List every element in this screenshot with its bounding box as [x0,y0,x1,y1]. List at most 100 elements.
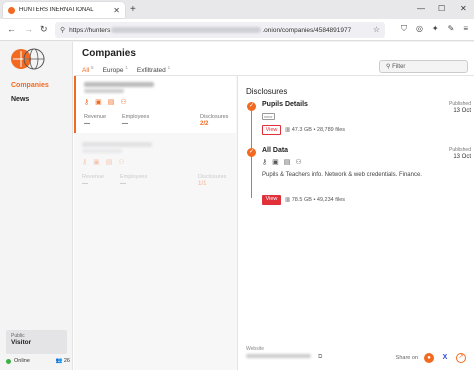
close-tab-icon[interactable]: ✕ [113,6,120,15]
disclosure-size: 78.5 GB [291,197,312,203]
detail-footer: Website ⧉ Share on ● X ↗ [246,346,466,363]
check-icon: ✓ [247,102,256,111]
visitors-count: 👥 26 [55,358,70,364]
key-icon: ⚷ [262,159,268,166]
search-icon: ⚲ [386,64,391,70]
key-icon: ⚷ [82,159,88,166]
filter-placeholder: Filter [392,64,406,70]
published-label: Published [449,101,471,107]
disclosure-meta: ▥ 47.3 GB • 28,789 files [285,127,346,133]
redacted-url-segment [111,27,262,33]
new-tab-icon[interactable]: + [130,4,136,15]
website-label: Website [246,346,264,352]
reload-icon[interactable]: ↻ [40,24,48,35]
id-card-icon: ▣ [272,159,279,166]
people-icon: ⚇ [295,159,302,166]
data-type-icons: ⚷ ▣ ▤ ⚇ [262,158,302,166]
back-icon[interactable]: ← [7,24,16,34]
document-icon: ▤ [283,159,291,166]
minimize-icon[interactable]: — [417,4,425,13]
redacted-website [246,354,311,358]
tab-exfiltrated-count: 1 [167,65,171,70]
reddit-icon[interactable]: ● [424,353,434,363]
toolbar-icons: ⛉ ◎ ✦ ✎ ≡ [401,24,468,34]
disclosures-value: 1/1 [198,181,207,187]
disclosure-files: 28,789 files [316,127,346,133]
disclosure-size: 47.3 GB [291,127,312,133]
tab-all-count: 5 [91,65,94,70]
redacted-company-subtitle [84,89,124,93]
disclosure-description: Pupils & Teachers info. Network & web cr… [262,172,422,178]
users-icon: 👥 [55,358,63,364]
circle-icon[interactable]: ◎ [416,24,423,34]
cleanup-icon[interactable]: ✎ [448,24,455,34]
page-title: Companies [82,48,136,59]
tab-all-label: All [82,67,90,75]
company-card[interactable]: ⚷ ▣ ▤ ⚇ Revenue — Employees — Disclosure… [74,76,236,133]
employees-value: — [120,181,126,187]
redacted-company-subtitle [82,149,122,153]
hunters-logo-icon [11,48,45,70]
id-card-icon: ▣ [95,99,102,106]
redacted-company-name [84,82,154,87]
menu-icon[interactable]: ≡ [463,24,468,34]
tab-exfiltrated-label: Exfiltrated [136,67,166,75]
employees-label: Employees [120,174,148,180]
sidebar-item-companies[interactable]: Companies [11,82,49,89]
published-date: 13 Oct [453,154,471,160]
disclosure-files: 49,234 files [316,197,346,203]
disclosures-heading: Disclosures [246,87,288,96]
extensions-icon[interactable]: ✦ [432,24,439,34]
view-button[interactable]: View [262,195,281,205]
x-twitter-icon[interactable]: X [440,353,450,363]
url-suffix: .onion/companies/4584891977 [262,26,352,34]
share-link-icon[interactable]: ↗ [456,353,466,363]
key-icon: ⚷ [84,99,90,106]
disclosures-label: Disclosures [200,114,229,120]
redacted-company-name [82,142,152,147]
site-favicon-icon [8,6,15,14]
bookmark-star-icon[interactable]: ☆ [373,25,380,34]
data-type-icons: ⚷ ▣ ▤ ⚇ [82,158,125,166]
revenue-label: Revenue [82,174,105,180]
disclosures-value: 2/2 [200,121,209,127]
sidebar-item-news[interactable]: News [11,96,29,103]
online-status: Online 👥 26 [6,358,70,364]
tab-europe-count: 1 [125,65,128,70]
document-icon: ▤ [107,99,115,106]
filter-input[interactable]: ⚲ Filter [379,60,468,73]
view-button[interactable]: View [262,125,281,135]
visitor-count-value: 26 [63,358,70,364]
maximize-icon[interactable]: ☐ [438,4,445,13]
share-section: Share on ● X ↗ [396,353,466,363]
disclosures-panel: Disclosures ✓ Pupils Details Published 1… [238,76,474,370]
address-bar[interactable]: ⚲ https://hunters .onion/companies/45848… [55,22,385,38]
published-info: Published 13 Oct [449,101,471,115]
share-label: Share on [395,355,418,361]
disclosure-title: Pupils Details [262,101,308,108]
employees-label: Employees [122,114,150,120]
tab-bar: HUNTERS INERNATIONAL ✕ + — ☐ ✕ [0,0,474,19]
check-icon: ✓ [247,148,256,157]
browser-tab[interactable]: HUNTERS INERNATIONAL ✕ [3,2,125,18]
visitor-box: Public Visitor [6,330,67,354]
shield-icon[interactable]: ⛉ [401,24,407,34]
employees-value: — [122,121,128,127]
disclosures-label: Disclosures [198,174,227,180]
document-icon: ▤ [105,159,113,166]
forward-icon[interactable]: → [24,24,33,34]
disclosure-meta: ▥ 78.5 GB • 49,234 files [285,197,346,203]
copy-icon[interactable]: ⧉ [318,354,322,361]
online-dot-icon [6,358,11,364]
navigation-bar: ← → ↻ ⚲ https://hunters .onion/companies… [0,19,474,41]
close-window-icon[interactable]: ✕ [460,4,467,13]
site-info-icon[interactable]: ⚲ [60,26,65,34]
tab-title: HUNTERS INERNATIONAL [19,7,94,13]
published-date: 13 Oct [453,108,471,114]
sidebar: Companies News Public Visitor Online 👥 2… [0,42,73,370]
main-content: Companies All 5 Europe 1 Exfiltrated 1 ⚲… [74,42,474,370]
data-type-icons: ⚷ ▣ ▤ ⚇ [84,98,127,106]
company-card[interactable]: ⚷ ▣ ▤ ⚇ Revenue — Employees — Disclosure… [74,136,236,193]
revenue-label: Revenue [84,114,107,120]
tab-europe-label: Europe [102,67,124,75]
